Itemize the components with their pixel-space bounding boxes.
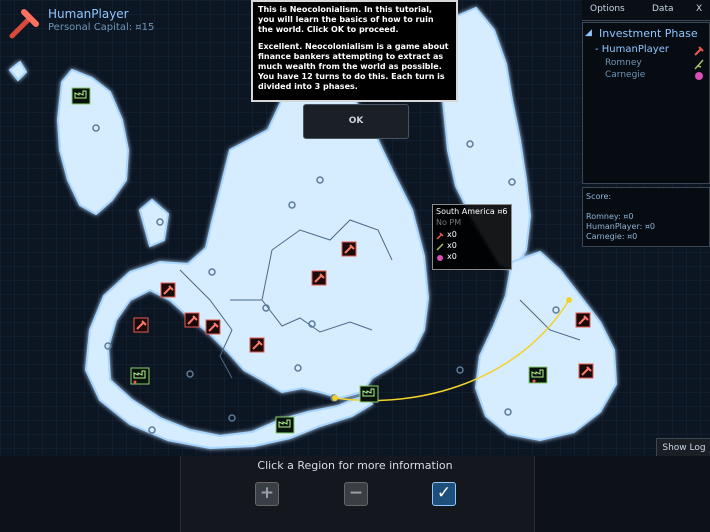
score-row: Romney: ¤0 xyxy=(586,212,634,221)
pig-icon xyxy=(437,255,443,261)
tutorial-dialog: This is Neocolonialism. In this tutorial… xyxy=(251,0,458,102)
tutorial-paragraph-1: This is Neocolonialism. In this tutorial… xyxy=(258,5,434,34)
hammer-icon xyxy=(436,232,444,240)
phase-player-carnegie: Carnegie xyxy=(605,70,646,80)
phase-player-romney: Romney xyxy=(605,58,642,68)
region-count-romney: x0 xyxy=(447,241,457,250)
show-log-button[interactable]: Show Log xyxy=(656,438,710,458)
player-card: HumanPlayer Personal Capital: ¤15 xyxy=(4,4,204,44)
region-count-carnegie: x0 xyxy=(447,252,457,261)
confirm-button[interactable]: ✓ xyxy=(432,482,456,506)
player-name: HumanPlayer xyxy=(48,7,129,21)
region-count-human: x0 xyxy=(447,230,457,239)
personal-capital: Personal Capital: ¤15 xyxy=(48,22,155,33)
hammer-icon xyxy=(694,46,704,56)
close-button[interactable]: X xyxy=(696,4,702,14)
pig-icon xyxy=(695,72,703,80)
score-row: HumanPlayer: ¤0 xyxy=(586,222,656,231)
score-title: Score: xyxy=(586,192,612,201)
tab-data[interactable]: Data xyxy=(652,4,674,14)
score-panel: Score: Romney: ¤0 HumanPlayer: ¤0 Carneg… xyxy=(582,187,710,247)
phase-title: Investment Phase xyxy=(599,27,698,40)
score-row: Carnegie: ¤0 xyxy=(586,232,638,241)
plus-button[interactable]: + xyxy=(255,482,279,506)
region-title: South America ¤6 xyxy=(436,207,508,216)
region-tooltip: South America ¤6 No PM x0 x0 x0 xyxy=(432,204,512,270)
tab-options[interactable]: Options xyxy=(590,4,625,14)
phase-player-human: - HumanPlayer xyxy=(595,44,669,55)
minus-button[interactable]: − xyxy=(344,482,368,506)
region-pm: No PM xyxy=(436,218,462,227)
plant-icon xyxy=(436,243,444,251)
plant-icon xyxy=(694,59,704,70)
hammer-icon xyxy=(9,9,39,39)
hint-text: Click a Region for more information xyxy=(257,459,453,472)
tutorial-paragraph-2: Excellent. Neocolonialism is a game abou… xyxy=(258,42,449,91)
right-tabs: Options Data X xyxy=(582,0,710,21)
chevron-down-icon: ◢ xyxy=(585,28,592,38)
ok-button[interactable]: OK xyxy=(303,104,409,139)
phase-panel: ◢ Investment Phase - HumanPlayer Romney … xyxy=(582,22,710,184)
